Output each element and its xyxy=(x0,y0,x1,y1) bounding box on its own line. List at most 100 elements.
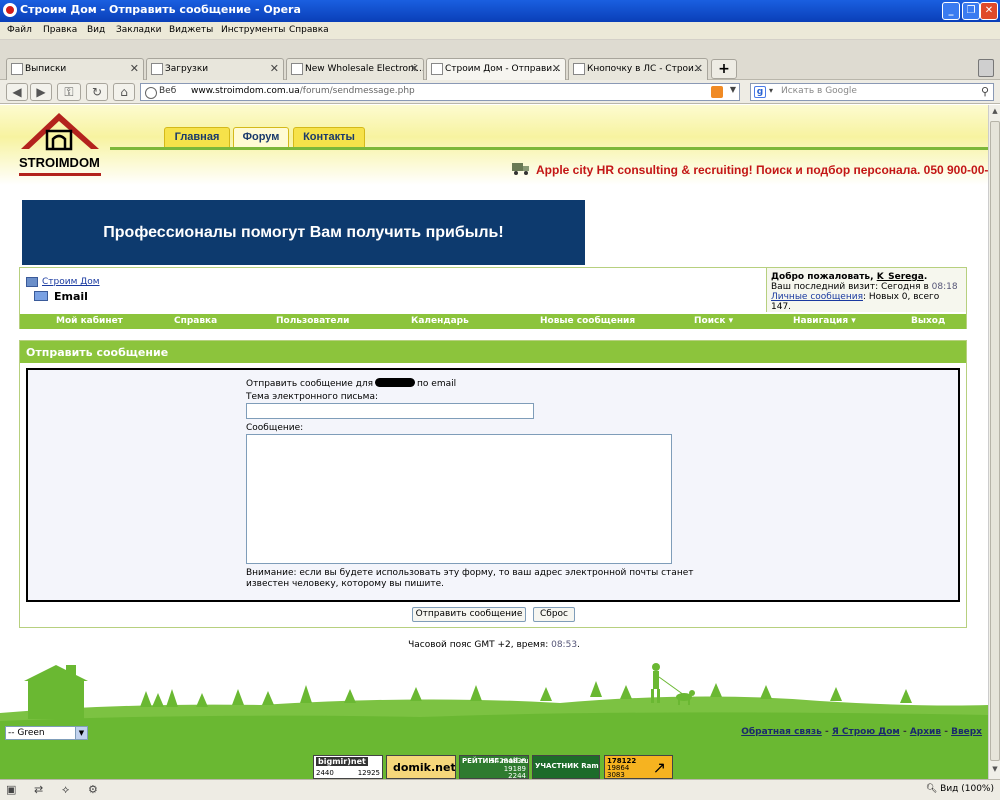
site-tab-contacts[interactable]: Контакты xyxy=(293,127,365,147)
logo-underline xyxy=(19,173,101,176)
forum-navbar: Строим Дом Email Добро пожаловать, K_Ser… xyxy=(19,267,967,329)
settings-icon[interactable]: ⚙ xyxy=(88,783,98,797)
nav-help[interactable]: Справка xyxy=(174,316,217,326)
chevron-down-icon[interactable]: ▾ xyxy=(769,86,773,95)
tab-close-icon[interactable]: ✕ xyxy=(270,59,279,79)
tab-label: Кнопочку в ЛС - Строи... xyxy=(587,64,703,74)
welcome-line: Добро пожаловать, K_Serega. xyxy=(771,272,962,282)
menu-tools[interactable]: Инструменты xyxy=(221,25,285,35)
tab-stroim-dom-active[interactable]: Строим Дом - Отправи... ✕ xyxy=(426,58,566,80)
nav-calendar[interactable]: Календарь xyxy=(411,316,469,326)
welcome-box: Добро пожаловать, K_Serega. Ваш последни… xyxy=(766,268,966,312)
tab-vypiski[interactable]: Выписки ✕ xyxy=(6,58,144,80)
nav-members[interactable]: Пользователи xyxy=(276,316,349,326)
vertical-scrollbar[interactable]: ▲ ▼ xyxy=(988,105,1000,779)
menu-file[interactable]: Файл xyxy=(7,25,32,35)
reload-icon[interactable]: ↻ xyxy=(86,83,108,101)
site-logo[interactable]: STROIMDOM xyxy=(17,109,107,181)
menu-help[interactable]: Справка xyxy=(289,25,329,35)
address-toolbar: ◀ ▶ ⚿ ↻ ⌂ Веб www.stroimdom.com.ua/forum… xyxy=(0,80,1000,104)
footer-link-top[interactable]: Вверх xyxy=(951,727,982,737)
menu-bookmarks[interactable]: Закладки xyxy=(116,25,162,35)
footer-link-archive[interactable]: Архив xyxy=(910,727,941,737)
panel-header: Отправить сообщение xyxy=(20,341,966,363)
search-icon[interactable]: ⚲ xyxy=(981,85,989,98)
tab-wholesale[interactable]: New Wholesale Electroni... ✕ xyxy=(286,58,424,80)
site-tab-forum[interactable]: Форум xyxy=(233,127,289,147)
forum-home-icon xyxy=(26,277,38,287)
scroll-up-icon[interactable]: ▲ xyxy=(990,107,1000,119)
menu-view[interactable]: Вид xyxy=(87,25,105,35)
address-field[interactable]: Веб www.stroimdom.com.ua/forum/sendmessa… xyxy=(140,83,740,101)
tab-bar: Выписки ✕ Загрузки ✕ New Wholesale Elect… xyxy=(0,40,1000,80)
nav-search[interactable]: Поиск ▾ xyxy=(694,316,733,326)
nav-new-posts[interactable]: Новые сообщения xyxy=(540,316,635,326)
tab-close-icon[interactable]: ✕ xyxy=(552,59,561,79)
search-placeholder: Искать в Google xyxy=(781,86,857,96)
reset-button[interactable]: Сброс xyxy=(533,607,575,622)
key-icon[interactable]: ⚿ xyxy=(57,83,81,101)
footer-link-feedback[interactable]: Обратная связь xyxy=(741,727,822,737)
tab-close-icon[interactable]: ✕ xyxy=(130,59,139,79)
zoom-icon: 🔍︎ xyxy=(925,784,941,794)
new-tab-button[interactable]: + xyxy=(711,59,737,79)
ad-banner[interactable]: Профессионалы помогут Вам получить прибы… xyxy=(22,200,585,265)
page-icon xyxy=(291,63,303,75)
trash-icon[interactable] xyxy=(978,59,994,77)
maximize-button[interactable]: ❐ xyxy=(962,2,980,20)
tab-label: Загрузки xyxy=(165,64,209,74)
menu-edit[interactable]: Правка xyxy=(43,25,77,35)
share-icon[interactable]: ⟡ xyxy=(62,783,69,797)
close-button[interactable]: ✕ xyxy=(980,2,998,20)
search-field[interactable]: g ▾ Искать в Google ⚲ xyxy=(750,83,994,101)
tab-close-icon[interactable]: ✕ xyxy=(694,59,703,79)
home-icon[interactable]: ⌂ xyxy=(113,83,135,101)
sync-icon[interactable]: ⇄ xyxy=(34,783,43,797)
folder-icon xyxy=(34,291,48,301)
last-visit-label: Ваш последний визит: Сегодня в xyxy=(771,282,929,292)
breadcrumb-current: Email xyxy=(54,290,88,303)
panel-toggle-icon[interactable]: ▣ xyxy=(6,783,16,797)
nav-my-profile[interactable]: Мой кабинет xyxy=(56,316,123,326)
nav-navigation[interactable]: Навигация ▾ xyxy=(793,316,856,326)
message-textarea[interactable] xyxy=(246,434,672,564)
send-message-button[interactable]: Отправить сообщение xyxy=(412,607,526,622)
footer-link-ya-stroyu-dom[interactable]: Я Строю Дом xyxy=(832,727,900,737)
tab-downloads[interactable]: Загрузки ✕ xyxy=(146,58,284,80)
veb-label: Веб xyxy=(145,86,176,99)
nav-logout[interactable]: Выход xyxy=(911,316,945,326)
site-tab-home[interactable]: Главная xyxy=(164,127,230,147)
rss-icon[interactable] xyxy=(711,86,723,98)
username-link[interactable]: K_Serega xyxy=(877,272,924,282)
footer-links: Обратная связь - Я Строю Дом - Архив - В… xyxy=(741,727,982,737)
menu-widgets[interactable]: Виджеты xyxy=(169,25,213,35)
style-select-dropdown[interactable]: -- Green ▼ xyxy=(5,726,88,740)
subject-input[interactable] xyxy=(246,403,534,419)
rambler-counter[interactable]: УЧАСТНИК Rambler's TOP100 xyxy=(532,755,600,779)
mailru-counter[interactable]: РЕЙТИНГ mail.ru 54284838 19189 2244 xyxy=(459,755,529,779)
chevron-down-icon[interactable]: ▼ xyxy=(75,727,87,739)
scroll-down-icon[interactable]: ▼ xyxy=(990,765,1000,777)
menu-bar: Файл Правка Вид Закладки Виджеты Инструм… xyxy=(0,22,1000,40)
domik-counter[interactable]: domik.net xyxy=(386,755,456,779)
redacted-recipient xyxy=(375,378,416,387)
counter-value: 12925 xyxy=(357,769,380,777)
google-icon[interactable]: g xyxy=(754,86,766,98)
scrollbar-thumb[interactable] xyxy=(990,121,1000,761)
tab-close-icon[interactable]: ✕ xyxy=(410,59,419,79)
zoom-indicator[interactable]: 🔍︎ Вид (100%) xyxy=(926,784,994,794)
private-messages-link[interactable]: Личные сообщения xyxy=(771,292,863,302)
footer-separator: - xyxy=(824,727,829,737)
bigmir-counter[interactable]: bigmir)net 2440 12925 xyxy=(313,755,383,779)
counter-label: bigmir)net xyxy=(316,757,368,766)
breadcrumb-home-link[interactable]: Строим Дом xyxy=(42,277,100,287)
back-arrow-icon[interactable]: ◀ xyxy=(6,83,28,101)
site-header: STROIMDOM Главная Форум Контакты Apple c… xyxy=(0,105,988,185)
tab-knopochku[interactable]: Кнопочку в ЛС - Строи... ✕ xyxy=(568,58,708,80)
chevron-down-icon[interactable]: ▼ xyxy=(730,85,736,94)
window-titlebar: Строим Дом - Отправить сообщение - Opera… xyxy=(0,0,1000,22)
liveinternet-counter[interactable]: 178122 19864 3083 ↗ xyxy=(604,755,673,779)
style-select-value: -- Green xyxy=(8,728,45,738)
forward-arrow-icon[interactable]: ▶ xyxy=(30,83,52,101)
minimize-button[interactable]: _ xyxy=(942,2,960,20)
